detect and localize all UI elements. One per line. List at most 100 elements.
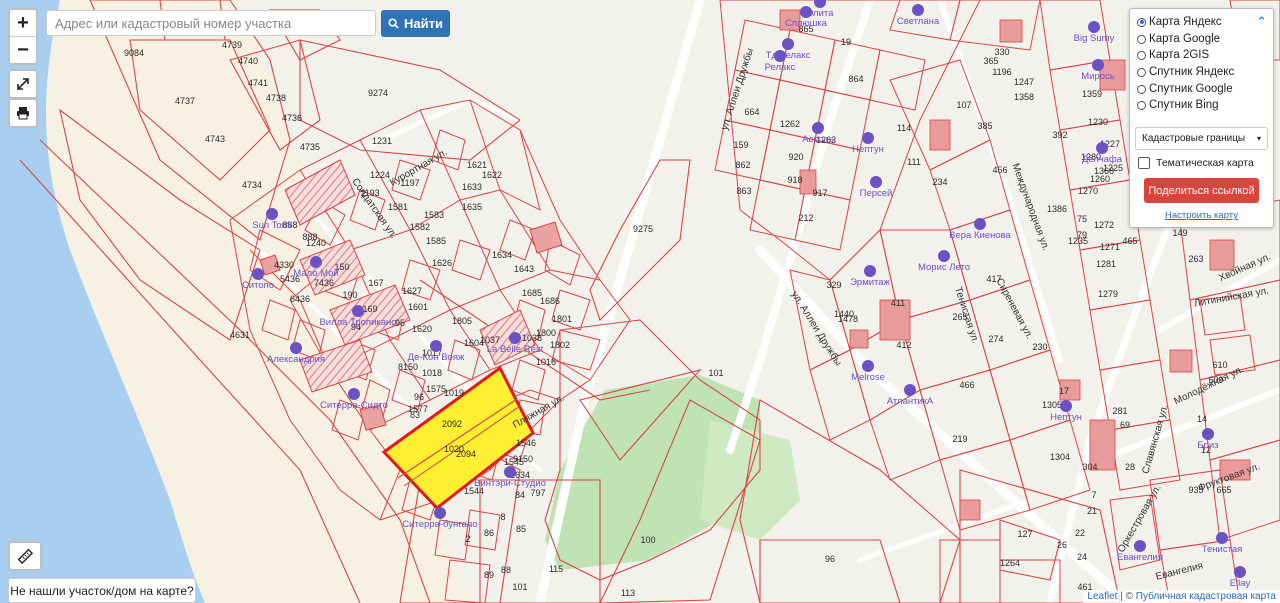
radio-google-sat[interactable]: [1137, 84, 1146, 94]
parcel-number-label: 2: [465, 534, 470, 544]
poi-label: Релакс: [765, 62, 796, 73]
parcel-number-label: 230: [1032, 342, 1047, 352]
parcel-number-label: 1240: [306, 238, 326, 248]
parcel-number-label: 1264: [1000, 558, 1020, 568]
parcel-number-label: 1271: [1100, 242, 1120, 252]
collapse-chevron-icon[interactable]: ⌃: [1256, 14, 1267, 30]
poi-label: Нептун: [1050, 412, 1082, 423]
parcel-number-label: 1262: [780, 119, 800, 129]
layer-option-google-sat[interactable]: Спутник Google: [1137, 83, 1233, 95]
poi-label: Эрмитаж: [850, 277, 890, 288]
hotel-icon: [774, 50, 786, 62]
checkbox-box[interactable]: [1138, 157, 1150, 169]
hotel-icon: [862, 132, 874, 144]
hotel-icon: [504, 466, 516, 478]
hotel-icon: [870, 176, 882, 188]
search-input[interactable]: [46, 10, 376, 36]
hotel-icon: [352, 305, 364, 317]
parcel-number-label: 1583: [424, 210, 444, 220]
hotel-icon: [1216, 532, 1228, 544]
parcel-number-label: 9150: [513, 454, 533, 464]
parcel-number-label: 159: [733, 140, 748, 150]
parcel-number-label: 6436: [290, 294, 310, 304]
parcel-number-label: 392: [1052, 130, 1067, 140]
radio-yandex-map[interactable]: [1137, 17, 1146, 27]
hotel-icon: [974, 218, 986, 230]
parcel-number-label: 75: [1077, 214, 1087, 224]
layer-option-google-map[interactable]: Карта Google: [1137, 33, 1220, 45]
hotel-icon: [912, 4, 924, 16]
parcel-number-label: 4738: [266, 93, 286, 103]
parcel-number-label: 4330: [274, 260, 294, 270]
hotel-icon: [1202, 428, 1214, 440]
parcel-number-label: 2092: [442, 419, 462, 429]
parcel-number-label: 263: [1188, 254, 1203, 264]
parcel-number-label: 107: [956, 100, 971, 110]
parcel-number-label: 21: [1087, 506, 1097, 516]
layer-option-bing-sat[interactable]: Спутник Bing: [1137, 99, 1219, 111]
poi-label: АтлантикА: [887, 396, 934, 407]
parcel-number-label: 1622: [482, 170, 502, 180]
parcel-number-label: 19: [841, 37, 851, 47]
hotel-icon: [430, 340, 442, 352]
parcel-number-label: 86: [484, 528, 494, 538]
parcel-number-label: 4739: [222, 40, 242, 50]
hotel-icon: [290, 342, 302, 354]
not-found-button[interactable]: Не нашли участок/дом на карте?: [8, 578, 196, 603]
parcel-number-label: 1235: [1068, 236, 1088, 246]
parcel-number-label: 1627: [402, 286, 422, 296]
hotel-icon: [800, 6, 812, 18]
layer-option-yandex-map[interactable]: Карта Яндекс: [1137, 16, 1222, 28]
layer-option-yandex-sat[interactable]: Спутник Яндекс: [1137, 66, 1234, 78]
search-button-label: Найти: [404, 16, 443, 31]
fullscreen-button[interactable]: [8, 69, 38, 99]
radio-yandex-sat[interactable]: [1137, 67, 1146, 77]
parcel-number-label: 69: [1120, 420, 1130, 430]
parcel-number-label: 167: [368, 278, 383, 288]
poi-label: Ellay: [1230, 578, 1251, 589]
parcel-number-label: 7436: [314, 278, 334, 288]
cadastral-map[interactable]: 9084 4739 4740 4737 4741 4738 4736 4743 4735 4734…: [0, 0, 1280, 603]
parcel-number-label: 863: [736, 186, 751, 196]
configure-map-link[interactable]: Настроить карту: [1130, 210, 1273, 221]
parcel-number-label: 1230: [1088, 117, 1108, 127]
poi-label: Морис Лето: [918, 262, 970, 273]
parcel-number-label: 1016: [536, 357, 556, 367]
overlay-select[interactable]: Кадастровые границы ▾: [1135, 127, 1268, 150]
parcel-number-label: 1359: [1082, 89, 1102, 99]
zoom-control: + −: [8, 8, 38, 65]
search-button[interactable]: Найти: [381, 10, 450, 37]
parcel-number-label: 1272: [1094, 220, 1114, 230]
poi-label: Делчафа: [1082, 154, 1123, 165]
thematic-map-checkbox[interactable]: Тематическая карта: [1138, 157, 1254, 169]
print-button[interactable]: [8, 98, 38, 128]
parcel-number-label: 1279: [1098, 289, 1118, 299]
parcel-number-label: 1581: [388, 202, 408, 212]
radio-bing-sat[interactable]: [1137, 100, 1146, 110]
parcel-number-label: 234: [932, 177, 947, 187]
parcel-number-label: 190: [342, 290, 357, 300]
poi-label: Вилла Тропикано: [319, 317, 396, 328]
share-link-button[interactable]: Поделиться ссылкой: [1144, 178, 1259, 203]
parcel-number-label: 4631: [230, 330, 250, 340]
leaflet-link[interactable]: Leaflet: [1087, 591, 1117, 602]
parcel-number-label: 466: [959, 380, 974, 390]
radio-google-map[interactable]: [1137, 34, 1146, 44]
poi-label: Тенистая: [1202, 544, 1243, 555]
poi-label: Де-Кон Вояж: [408, 352, 465, 363]
parcel-number-label: 465: [1122, 236, 1137, 246]
hotel-icon: [1134, 540, 1146, 552]
poi-label: Ситерра-Сидто: [320, 400, 388, 411]
parcel-number-label: 4743: [205, 134, 225, 144]
measure-button[interactable]: [8, 541, 42, 571]
printer-icon: [17, 107, 29, 120]
zoom-out-button[interactable]: −: [10, 36, 36, 63]
hotel-icon: [1088, 21, 1100, 33]
hotel-icon: [812, 122, 824, 134]
zoom-in-button[interactable]: +: [10, 10, 36, 36]
parcel-number-label: 4735: [300, 142, 320, 152]
layer-option-2gis-map[interactable]: Карта 2GIS: [1137, 49, 1209, 61]
parcel-number-label: 100: [640, 535, 655, 545]
cadastre-link[interactable]: Публичная кадастровая карта: [1136, 591, 1276, 602]
radio-2gis-map[interactable]: [1137, 50, 1146, 60]
